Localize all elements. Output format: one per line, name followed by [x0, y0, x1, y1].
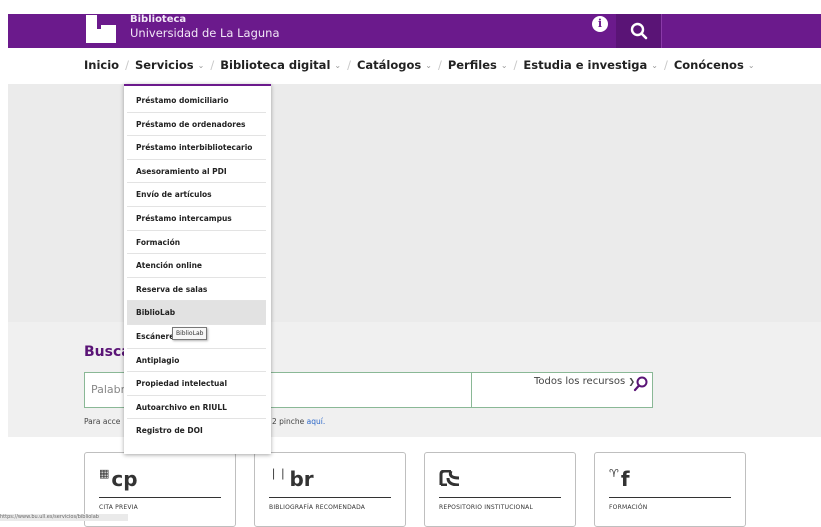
nav-label: Catálogos [356, 58, 422, 72]
repository-logo-icon [439, 469, 460, 487]
menu-item-asesoramiento-pdi[interactable]: Asesoramiento al PDI [127, 160, 266, 184]
access-prefix: Para acce [84, 417, 121, 426]
nav-item-estudia-e-investiga[interactable]: Estudia e investiga ⌄ [523, 58, 658, 72]
brand-line-2: Universidad de La Laguna [130, 26, 280, 40]
menu-item-formacion[interactable]: Formación [127, 231, 266, 255]
nav-separator: / [210, 58, 215, 72]
servicios-dropdown-menu: Préstamo domiciliario Préstamo de ordena… [124, 84, 271, 454]
menu-item-antiplagio[interactable]: Antiplagio [127, 349, 266, 373]
nav-item-inicio[interactable]: Inicio [84, 58, 119, 72]
card-caption: BIBLIOGRAFÍA RECOMENDADA [269, 504, 366, 511]
card-divider [439, 497, 561, 498]
chevron-down-icon: ⌄ [500, 60, 508, 70]
main-nav: Inicio / Servicios ⌄ / Biblioteca digital… [0, 48, 821, 84]
resource-select[interactable]: Todos los recursos ❯ [472, 372, 653, 408]
menu-item-prestamo-interbibliotecario[interactable]: Préstamo interbibliotecario [127, 136, 266, 160]
access-note-end: 2 pinche aquí. [272, 417, 325, 426]
chevron-down-icon: ⌄ [334, 60, 342, 70]
card-abbr: ❘❘ br [269, 467, 314, 491]
card-caption: FORMACIÓN [609, 504, 648, 511]
nav-separator: / [663, 58, 668, 72]
menu-item-registro-doi[interactable]: Registro de DOI [127, 419, 266, 443]
access-suffix: 2 pinche [272, 417, 307, 426]
nav-label: Inicio [84, 58, 120, 72]
nav-item-biblioteca-digital[interactable]: Biblioteca digital ⌄ [220, 58, 341, 72]
books-icon: ❘❘ [269, 467, 288, 480]
nav-separator: / [513, 58, 518, 72]
calendar-icon: ▦ [99, 467, 110, 480]
nav-item-conocenos[interactable]: Conócenos ⌄ [674, 58, 755, 72]
menu-item-prestamo-ordenadores[interactable]: Préstamo de ordenadores [127, 113, 266, 137]
service-cards: ▦ cp CITA PREVIA ❘❘ br BIBLIOGRAFÍA RECOME… [0, 452, 821, 527]
card-divider [99, 497, 221, 498]
nav-item-catalogos[interactable]: Catálogos ⌄ [357, 58, 432, 72]
header-spacer [661, 14, 753, 48]
card-abbr: ♈ f [609, 467, 630, 491]
resource-select-text: Todos los recursos [534, 376, 626, 387]
nav-separator: / [347, 58, 351, 72]
browser-status-bar: https://www.bu.ull.es/servicios/bibliola… [0, 514, 128, 521]
card-bibliografia[interactable]: ❘❘ br BIBLIOGRAFÍA RECOMENDADA [254, 452, 406, 527]
card-caption: REPOSITORIO INSTITUCIONAL [439, 504, 534, 511]
header-search-button[interactable] [616, 14, 661, 48]
card-abbr-text: f [620, 467, 630, 491]
access-link[interactable]: aquí. [307, 417, 326, 426]
graduation-icon: ♈ [609, 467, 619, 480]
nav-item-perfiles[interactable]: Perfiles ⌄ [448, 58, 508, 72]
nav-label: Perfiles [447, 58, 497, 72]
ull-logo[interactable] [86, 15, 116, 43]
search-icon [630, 22, 647, 40]
nav-item-servicios[interactable]: Servicios ⌄ [135, 58, 204, 72]
menu-item-bibliolab[interactable]: BiblioLab [127, 301, 266, 325]
access-note-start: Para acce [84, 417, 120, 426]
nav-label: Biblioteca digital [220, 58, 331, 72]
nav-separator: / [437, 58, 442, 72]
menu-item-atencion-online[interactable]: Atención online [127, 254, 266, 278]
chevron-down-icon: ⌄ [747, 60, 755, 70]
menu-item-prestamo-domiciliario[interactable]: Préstamo domiciliario [127, 89, 266, 113]
menu-item-propiedad-intelectual[interactable]: Propiedad intelectual [127, 372, 266, 396]
brand-line-1: Biblioteca [130, 14, 187, 25]
chevron-down-icon: ⌄ [651, 60, 658, 70]
card-repositorio[interactable]: REPOSITORIO INSTITUCIONAL [424, 452, 576, 527]
card-divider [269, 497, 391, 498]
card-abbr-text: cp [111, 467, 138, 491]
nav-label: Estudia e investiga [523, 58, 648, 72]
nav-separator: / [125, 58, 129, 72]
menu-item-prestamo-intercampus[interactable]: Préstamo intercampus [127, 207, 266, 231]
card-formacion[interactable]: ♈ f FORMACIÓN [594, 452, 746, 527]
chevron-down-icon: ⌄ [425, 60, 432, 70]
chevron-down-icon: ⌄ [197, 60, 205, 70]
resource-select-value: Todos los recursos ❯ [534, 376, 635, 387]
card-abbr: ▦ cp [99, 467, 138, 491]
nav-label: Conócenos [673, 58, 744, 72]
menu-item-reserva-salas[interactable]: Reserva de salas [127, 278, 266, 302]
search-icon[interactable] [632, 375, 650, 393]
menu-item-autoarchivo-riull[interactable]: Autoarchivo en RIULL [127, 396, 266, 420]
nav-label: Servicios [134, 58, 194, 72]
card-caption: CITA PREVIA [99, 504, 138, 511]
info-icon[interactable]: i [592, 16, 608, 32]
header-bar: Biblioteca Universidad de La Laguna i [8, 14, 821, 48]
card-abbr-text: br [289, 467, 314, 491]
card-divider [609, 497, 731, 498]
tooltip: BiblioLab [172, 327, 208, 340]
repository-icon [439, 467, 461, 491]
menu-item-envio-articulos[interactable]: Envío de artículos [127, 183, 266, 207]
